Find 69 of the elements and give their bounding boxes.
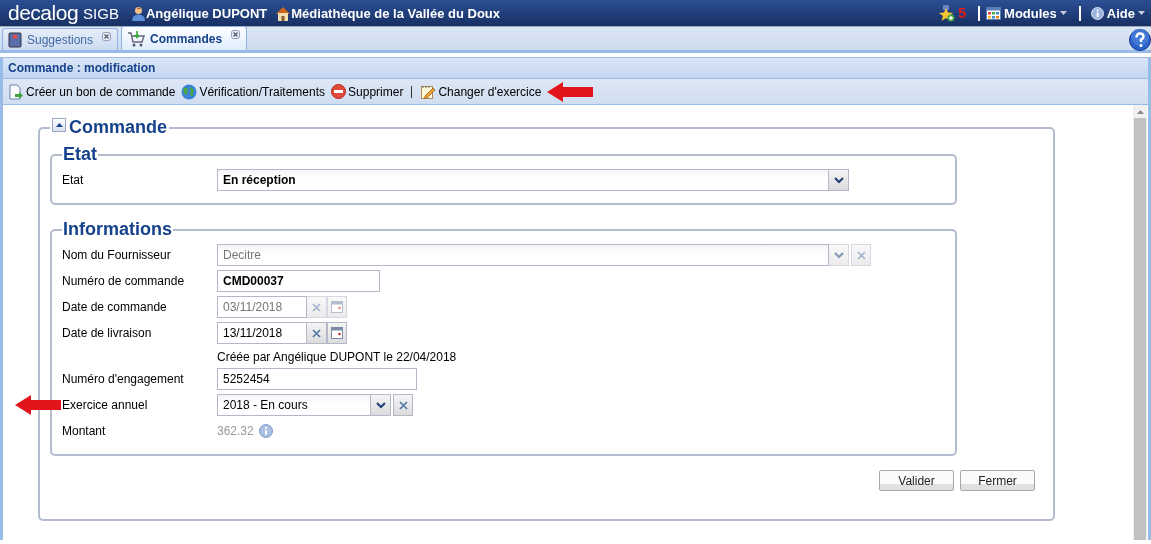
toolbar-button[interactable]: Supprimer	[331, 84, 404, 99]
text-field[interactable]: CMD00037	[217, 270, 380, 292]
dropdown-field[interactable]: En réception	[217, 169, 829, 191]
field-label: Nom du Fournisseur	[62, 248, 172, 262]
collapse-toggle[interactable]	[52, 118, 66, 132]
help-icon[interactable]	[1129, 29, 1151, 51]
dropdown-trigger[interactable]	[371, 394, 391, 416]
user-icon	[130, 5, 146, 21]
dropdown-field[interactable]: 2018 - En cours	[217, 394, 371, 416]
tab[interactable]: Suggestions	[2, 28, 119, 50]
clear-icon	[312, 328, 321, 338]
field-label: Montant	[62, 424, 107, 438]
clear-button[interactable]	[393, 394, 413, 416]
triangle-icon	[55, 123, 63, 127]
grid-icon	[986, 6, 1002, 20]
library-name: Médiathèque de la Vallée du Doux	[291, 5, 501, 21]
form-button[interactable]: Fermer	[960, 470, 1035, 491]
toolbar-button[interactable]: Vérification/Traitements	[181, 83, 326, 100]
cart-icon	[127, 30, 146, 47]
book-icon	[8, 31, 22, 48]
section-title: Informations	[62, 219, 173, 240]
toolbar-button[interactable]: Créer un bon de commande	[8, 83, 176, 100]
clear-icon	[856, 250, 866, 260]
user-name: Angélique DUPONT	[145, 5, 268, 21]
close-icon[interactable]	[102, 32, 112, 41]
section-title: Etat	[62, 144, 98, 165]
field-label: Numéro d'engagement	[62, 372, 185, 386]
clear-icon	[312, 302, 321, 312]
help-menu[interactable]: Aide	[1090, 5, 1145, 21]
text-field[interactable]: 5252454	[217, 368, 417, 390]
chevron-down-icon	[833, 176, 844, 184]
date-field[interactable]: 13/11/2018	[217, 322, 307, 344]
close-icon[interactable]	[231, 30, 241, 39]
notepad-pencil-icon	[420, 83, 437, 100]
globe-icon	[181, 83, 198, 100]
clear-icon	[398, 400, 408, 410]
caret-icon	[1138, 11, 1145, 15]
scroll-up-icon[interactable]	[1136, 110, 1144, 114]
modules-menu[interactable]: Modules	[986, 5, 1067, 21]
document-arrow-icon	[8, 83, 24, 100]
field-label: Numéro de commande	[62, 274, 186, 288]
created-by-note: Créée par Angélique DUPONT le 22/04/2018	[217, 348, 457, 365]
field-label: Etat	[62, 173, 85, 187]
notification-count: 5	[958, 5, 967, 21]
form-button[interactable]: Valider	[879, 470, 954, 491]
field-label: Date de commande	[62, 300, 168, 314]
chevron-down-icon	[833, 251, 844, 259]
dropdown-trigger[interactable]	[829, 169, 849, 191]
form-title: Commande	[69, 117, 167, 138]
info-icon	[1090, 6, 1104, 20]
logo-suffix: SIGB	[83, 4, 119, 22]
field-label: Date de livraison	[62, 326, 153, 340]
tab[interactable]: Commandes	[121, 26, 248, 50]
calendar-button[interactable]	[327, 322, 347, 344]
caret-icon	[1059, 11, 1067, 15]
house-icon	[275, 5, 292, 21]
calendar-icon	[331, 327, 343, 339]
calendar-icon	[331, 301, 343, 313]
panel-title: Commande : modification	[3, 57, 1148, 79]
toolbar-button[interactable]: Changer d'exercice	[420, 83, 542, 100]
field-label: Exercice annuel	[62, 398, 149, 412]
clear-button[interactable]	[307, 322, 327, 344]
scrollbar[interactable]	[1133, 105, 1147, 540]
award-star-icon[interactable]	[938, 4, 956, 22]
minus-circle-icon	[331, 84, 347, 99]
info-icon[interactable]	[258, 424, 273, 438]
chevron-down-icon	[375, 401, 386, 409]
logo-text: decalog	[8, 1, 79, 25]
amount-value: 362.32	[217, 424, 254, 438]
